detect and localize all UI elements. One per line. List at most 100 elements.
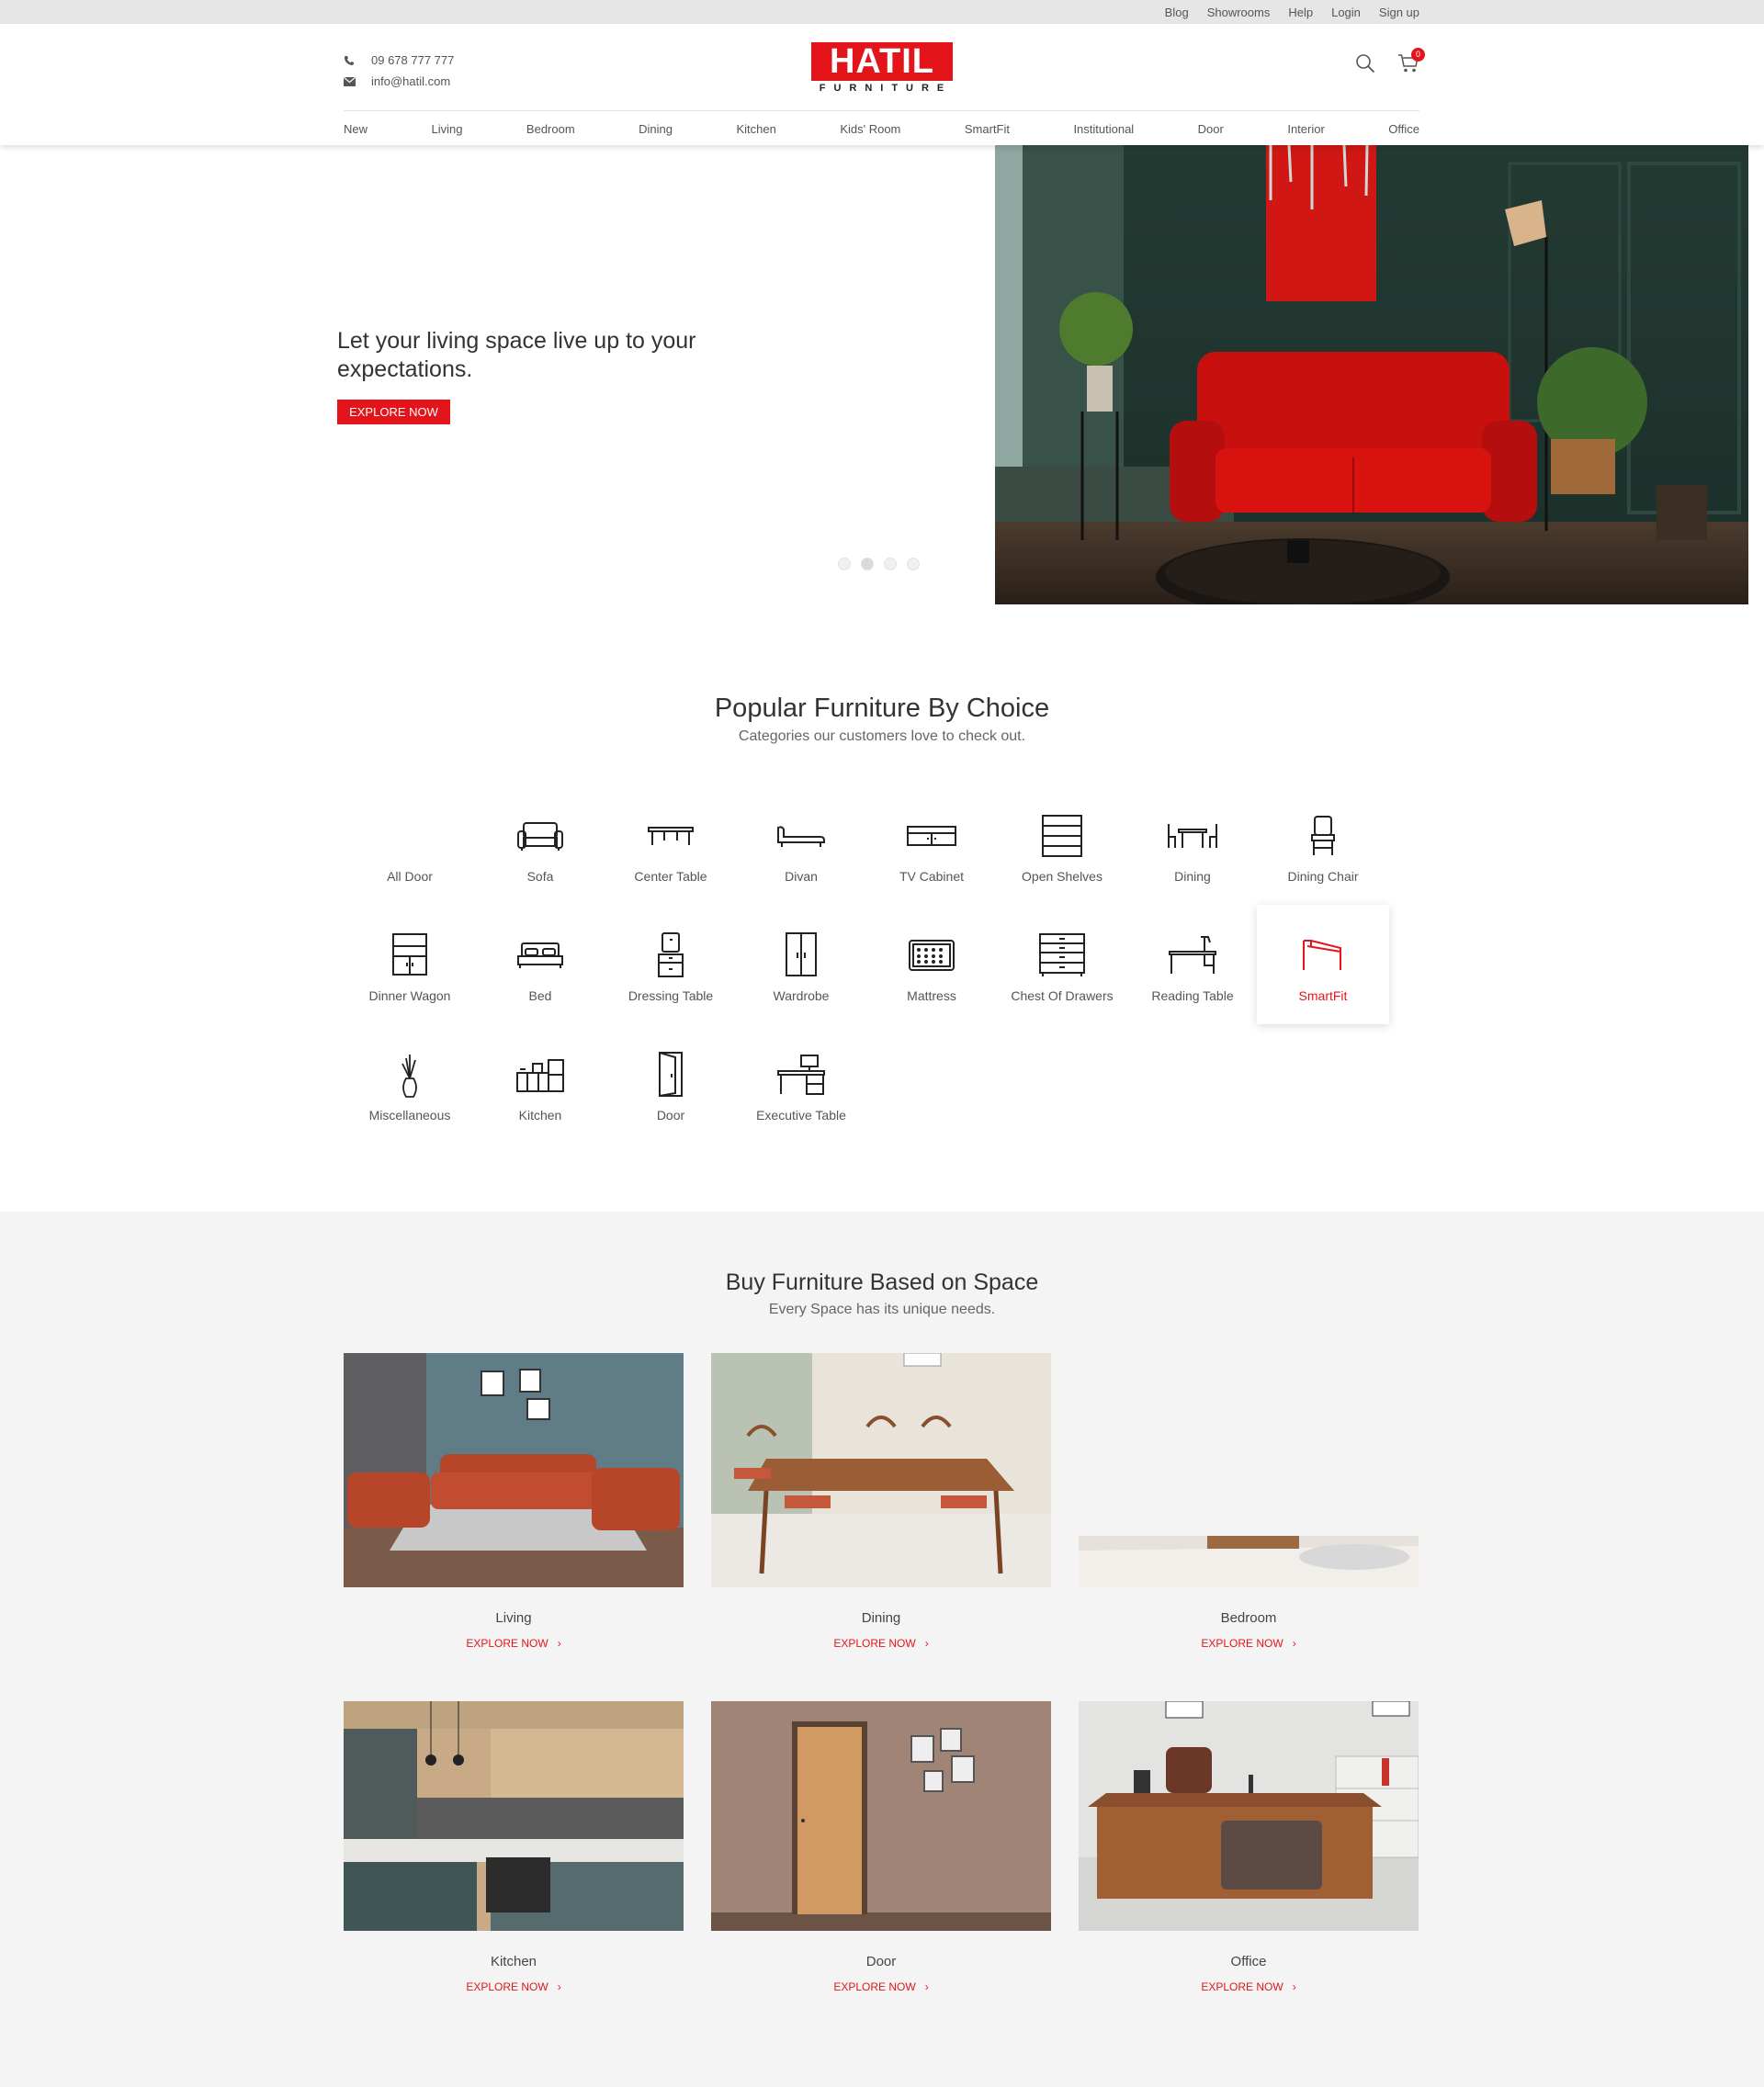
office-image [1079,1701,1419,1931]
category-miscellaneous[interactable]: Miscellaneous [344,1024,476,1144]
category-label: Sofa [526,869,554,884]
nav-kitchen[interactable]: Kitchen [736,122,775,136]
mattress-icon [865,932,998,978]
smartfit-icon [1257,932,1389,978]
category-smartfit[interactable]: SmartFit [1257,905,1389,1024]
cart-button[interactable]: 0 [1397,48,1425,78]
category-all-door[interactable]: All Door [344,785,476,905]
search-icon[interactable] [1355,53,1375,78]
space-card-label: Kitchen [490,1954,537,1969]
header-actions: 0 [1355,48,1425,78]
category-reading-table[interactable]: Reading Table [1126,905,1259,1024]
space-card-office[interactable]: Office EXPLORE NOW › [1079,1701,1419,1993]
category-open-shelves[interactable]: Open Shelves [996,785,1128,905]
vase-icon [344,1052,476,1098]
hero-explore-button[interactable]: EXPLORE NOW [337,400,450,424]
nav-bedroom[interactable]: Bedroom [526,122,575,136]
category-label: Center Table [634,869,707,884]
category-wardrobe[interactable]: Wardrobe [735,905,867,1024]
nav-dining[interactable]: Dining [639,122,673,136]
main-navigation: New Living Bedroom Dining Kitchen Kids' … [344,112,1419,145]
phone-icon [344,55,371,66]
category-label: Dining [1174,869,1211,884]
explore-link[interactable]: EXPLORE NOW › [711,1980,1051,1993]
category-dressing-table[interactable]: Dressing Table [605,905,737,1024]
hatil-logo[interactable]: HATIL FURNITURE [811,42,953,97]
category-kitchen[interactable]: Kitchen [474,1024,606,1144]
reading-table-icon [1126,932,1259,978]
category-label: Divan [785,869,818,884]
category-bed[interactable]: Bed [474,905,606,1024]
space-card-kitchen[interactable]: Kitchen EXPLORE NOW › [344,1701,684,1993]
category-label: All Door [387,869,433,884]
space-card-label: Bedroom [1220,1610,1277,1626]
slider-dot-1[interactable] [838,558,851,570]
popular-section-subtitle: Categories our customers love to check o… [738,728,1026,744]
category-label: Mattress [907,988,956,1003]
phone-number[interactable]: 09 678 777 777 [371,53,454,67]
utility-links: Blog Showrooms Help Login Sign up [1165,0,1419,24]
category-center-table[interactable]: Center Table [605,785,737,905]
explore-link[interactable]: EXPLORE NOW › [1079,1980,1419,1993]
category-label: Bed [528,988,552,1003]
category-dining[interactable]: Dining [1126,785,1259,905]
tv-cabinet-icon [865,813,998,859]
nav-living[interactable]: Living [431,122,462,136]
chevron-right-icon: › [1292,1980,1296,1993]
slider-dot-3[interactable] [884,558,897,570]
header-divider [344,110,1419,111]
category-label: Reading Table [1151,988,1234,1003]
nav-office[interactable]: Office [1388,122,1419,136]
explore-link[interactable]: EXPLORE NOW › [344,1637,684,1650]
dinner-wagon-icon [344,932,476,978]
category-door[interactable]: Door [605,1024,737,1144]
blog-link[interactable]: Blog [1165,6,1189,19]
space-card-door[interactable]: Door EXPLORE NOW › [711,1701,1051,1993]
hero-slider-dots [838,558,920,570]
nav-institutional[interactable]: Institutional [1073,122,1134,136]
logo-subtitle: FURNITURE [819,83,953,94]
nav-kids-room[interactable]: Kids' Room [840,122,900,136]
category-label: Dressing Table [628,988,714,1003]
chevron-right-icon: › [924,1637,929,1650]
category-mattress[interactable]: Mattress [865,905,998,1024]
center-table-icon [605,813,737,859]
showrooms-link[interactable]: Showrooms [1207,6,1271,19]
category-label: Miscellaneous [368,1108,451,1122]
dining-chair-icon [1257,813,1389,859]
explore-link[interactable]: EXPLORE NOW › [1079,1637,1419,1650]
category-executive-table[interactable]: Executive Table [735,1024,867,1144]
category-dining-chair[interactable]: Dining Chair [1257,785,1389,905]
explore-link[interactable]: EXPLORE NOW › [344,1980,684,1993]
space-card-bedroom[interactable]: Bedroom EXPLORE NOW › [1079,1353,1419,1650]
dressing-table-icon [605,932,737,978]
nav-new[interactable]: New [344,122,368,136]
nav-interior[interactable]: Interior [1287,122,1324,136]
login-link[interactable]: Login [1331,6,1361,19]
email-address[interactable]: info@hatil.com [371,74,450,88]
space-card-living[interactable]: Living EXPLORE NOW › [344,1353,684,1650]
divan-icon [735,813,867,859]
mail-icon [344,76,371,86]
open-shelves-icon [996,813,1128,859]
chevron-right-icon: › [557,1980,561,1993]
slider-dot-2[interactable] [861,558,874,570]
nav-door[interactable]: Door [1198,122,1224,136]
space-card-label: Dining [861,1610,901,1626]
explore-link[interactable]: EXPLORE NOW › [711,1637,1051,1650]
category-chest-of-drawers[interactable]: Chest Of Drawers [996,905,1128,1024]
nav-smartfit[interactable]: SmartFit [965,122,1010,136]
category-dinner-wagon[interactable]: Dinner Wagon [344,905,476,1024]
dining-set-icon [1126,813,1259,859]
help-link[interactable]: Help [1288,6,1313,19]
popular-section-title: Popular Furniture By Choice [714,694,1050,723]
signup-link[interactable]: Sign up [1379,6,1419,19]
category-sofa[interactable]: Sofa [474,785,606,905]
category-tv-cabinet[interactable]: TV Cabinet [865,785,998,905]
space-card-dining[interactable]: Dining EXPLORE NOW › [711,1353,1051,1650]
wardrobe-icon [735,932,867,978]
category-label: Open Shelves [1022,869,1102,884]
category-label: Chest Of Drawers [1011,988,1114,1003]
slider-dot-4[interactable] [907,558,920,570]
category-divan[interactable]: Divan [735,785,867,905]
